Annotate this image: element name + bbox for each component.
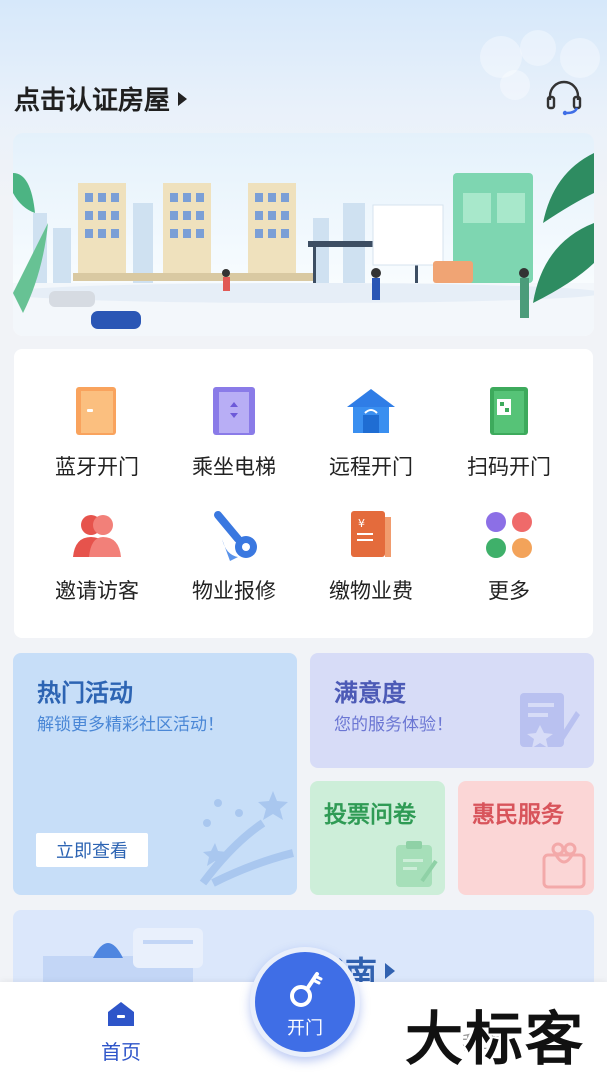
view-now-button[interactable]: 立即查看	[36, 833, 148, 867]
service-remote-door[interactable]: 远程开门	[302, 385, 440, 481]
qr-door-icon	[483, 385, 535, 437]
remote-house-icon	[345, 385, 397, 437]
service-more[interactable]: 更多	[440, 509, 578, 605]
service-label: 更多	[488, 579, 530, 603]
vote-survey-card[interactable]: 投票问卷	[310, 781, 445, 895]
satisfaction-title: 满意度	[334, 679, 406, 707]
clipboard-icon	[396, 841, 438, 887]
vote-survey-title: 投票问卷	[324, 802, 416, 828]
service-label: 缴物业费	[329, 579, 413, 603]
service-bluetooth-door[interactable]: 蓝牙开门	[28, 385, 166, 481]
verify-house-link[interactable]: 点击认证房屋	[14, 80, 188, 117]
service-label: 乘坐电梯	[192, 455, 276, 479]
tab-home[interactable]: 首页	[95, 1000, 147, 1065]
satisfaction-subtitle: 您的服务体验！	[334, 715, 453, 735]
headset-icon[interactable]	[545, 80, 583, 116]
service-label: 邀请访客	[55, 579, 139, 603]
header-decoration	[470, 30, 607, 110]
public-benefit-title: 惠民服务	[472, 802, 564, 828]
wrench-icon	[208, 509, 260, 561]
gift-icon	[542, 842, 586, 889]
service-label: 物业报修	[192, 579, 276, 603]
review-icon	[520, 693, 580, 748]
watermark-text: 大标客	[405, 1005, 586, 1073]
service-invite-visitor[interactable]: 邀请访客	[28, 509, 166, 605]
home-icon	[108, 1002, 134, 1026]
service-repair[interactable]: 物业报修	[165, 509, 303, 605]
hot-activities-subtitle: 解锁更多精彩社区活动！	[37, 715, 224, 735]
public-benefit-card[interactable]: 惠民服务	[458, 781, 594, 895]
more-dots-icon	[483, 509, 535, 561]
bill-icon: ¥	[345, 509, 397, 561]
hot-activities-card[interactable]: 热门活动 解锁更多精彩社区活动！ 立即查看	[13, 653, 297, 895]
service-label: 扫码开门	[467, 455, 551, 479]
service-label: 远程开门	[329, 455, 413, 479]
banner-illustration	[13, 153, 594, 336]
service-qr-door[interactable]: 扫码开门	[440, 385, 578, 481]
verify-house-label: 点击认证房屋	[14, 86, 171, 116]
open-door-label: 开门	[287, 1018, 323, 1039]
bluetooth-door-icon	[71, 385, 123, 437]
satisfaction-card[interactable]: 满意度 您的服务体验！	[310, 653, 594, 768]
services-grid: 蓝牙开门 乘坐电梯 远程开门 扫码开门 邀请访客 物业报修 ¥ 缴物业费 更多	[14, 349, 593, 638]
key-icon	[290, 972, 323, 1007]
tab-home-label: 首页	[101, 1040, 141, 1064]
elevator-icon	[208, 385, 260, 437]
svg-text:¥: ¥	[358, 517, 365, 530]
service-property-fee[interactable]: ¥ 缴物业费	[302, 509, 440, 605]
visitor-icon	[71, 509, 123, 561]
community-banner[interactable]	[13, 133, 594, 336]
open-door-button[interactable]: 开门	[250, 947, 360, 1057]
service-label: 蓝牙开门	[55, 455, 139, 479]
hot-activities-title: 热门活动	[37, 679, 133, 707]
service-elevator[interactable]: 乘坐电梯	[165, 385, 303, 481]
caret-right-icon	[178, 91, 188, 106]
caret-right-icon	[385, 963, 396, 979]
fireworks-icon	[199, 791, 294, 887]
